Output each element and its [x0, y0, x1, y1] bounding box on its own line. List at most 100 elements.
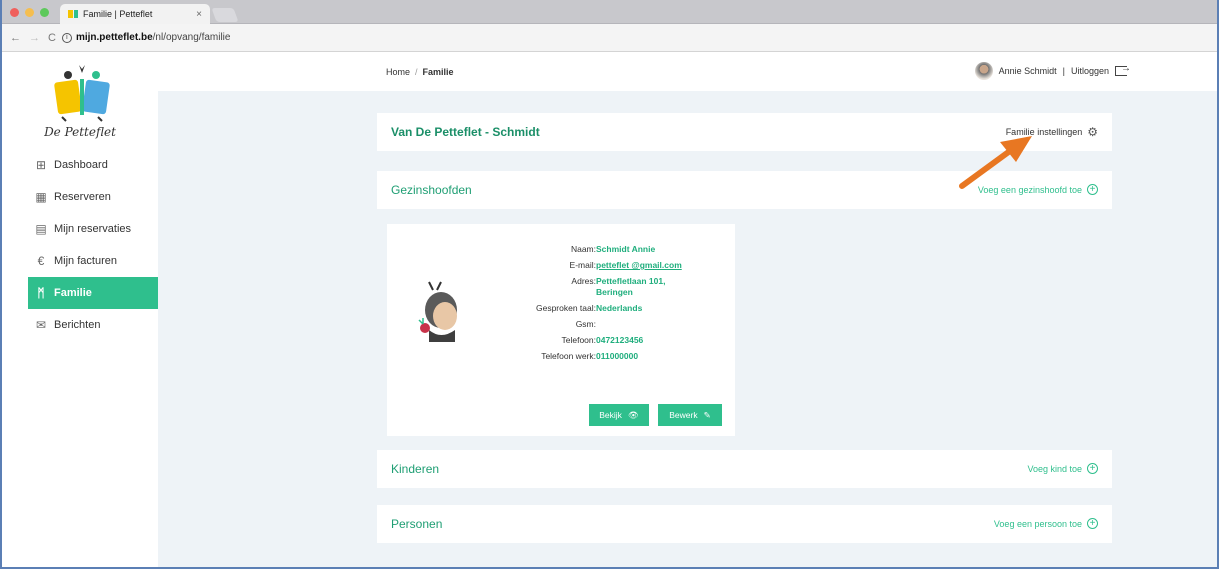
breadcrumb-current: Familie: [422, 67, 454, 77]
gear-icon[interactable]: ⚙: [1087, 125, 1098, 139]
sidebar-item-label: Familie: [54, 287, 92, 299]
sidebar-item-reserveren[interactable]: ▦ Reserveren: [28, 181, 158, 213]
forward-icon[interactable]: →: [29, 32, 40, 44]
add-head-label: Voeg een gezinshoofd toe: [977, 184, 1082, 195]
persons-section: Personen Voeg een persoon toe +: [377, 505, 1112, 543]
user-name[interactable]: Annie Schmidt: [999, 66, 1057, 76]
divider: |: [1062, 66, 1065, 76]
avatar[interactable]: [974, 62, 993, 80]
main-content: Home / Familie Annie Schmidt | Uitloggen V…: [158, 53, 1217, 567]
app: De Petteflet ⊞ Dashboard ▦ Reserveren ▤ …: [2, 53, 1217, 567]
person-fields: Naam: Schmidt Annie E-mail: petteflet @g…: [499, 244, 686, 367]
children-section: Kinderen Voeg kind toe +: [377, 450, 1112, 488]
browser-window: Familie | Petteflet × ← → C i mijn.pette…: [0, 0, 1219, 569]
plus-circle-icon[interactable]: +: [1087, 518, 1098, 529]
sidebar-item-label: Reserveren: [54, 191, 111, 203]
person-avatar: [418, 281, 457, 342]
top-bar: Home / Familie Annie Schmidt | Uitloggen: [158, 53, 1217, 91]
field-label: Telefoon werk:: [541, 351, 596, 361]
sidebar-item-label: Mijn facturen: [54, 255, 117, 267]
add-head-button[interactable]: Voeg een gezinshoofd toe +: [978, 184, 1098, 195]
family-title: Van De Petteflet - Schmidt: [391, 125, 540, 139]
sidebar-item-berichten[interactable]: ✉ Berichten: [28, 309, 158, 341]
view-button[interactable]: Bekijk 👁: [589, 404, 649, 426]
window-controls: [10, 8, 49, 17]
field-row: Telefoon: 0472123456: [499, 335, 686, 346]
plus-circle-icon[interactable]: +: [1087, 184, 1098, 195]
field-row: E-mail: petteflet @gmail.com: [499, 260, 686, 271]
view-label: Bekijk: [599, 410, 622, 420]
edit-label: Bewerk: [669, 410, 698, 420]
add-person-button[interactable]: Voeg een persoon toe +: [994, 518, 1098, 529]
back-icon[interactable]: ←: [10, 32, 21, 44]
field-label: Gsm:: [575, 319, 596, 329]
euro-icon: €: [37, 254, 45, 268]
sidebar-item-mijn-reservaties[interactable]: ▤ Mijn reservaties: [28, 213, 158, 245]
breadcrumb-separator: /: [415, 67, 418, 77]
reload-icon[interactable]: C: [48, 32, 56, 44]
field-row: Telefoon werk: 011000000: [499, 351, 686, 362]
field-label: Naam:: [570, 244, 596, 254]
browser-tab[interactable]: Familie | Petteflet ×: [60, 4, 210, 24]
sidebar-nav: ⊞ Dashboard ▦ Reserveren ▤ Mijn reservat…: [28, 149, 158, 341]
info-icon[interactable]: i: [61, 32, 72, 43]
field-label: Telefoon:: [561, 335, 597, 345]
heads-section: Gezinshoofden Voeg een gezinshoofd toe +: [377, 171, 1112, 209]
maximize-window-icon[interactable]: [40, 8, 49, 17]
field-value: 0472123456: [596, 335, 644, 345]
field-value: Pettefletlaan 101, Beringen: [596, 276, 666, 297]
tab-close-icon[interactable]: ×: [196, 9, 202, 20]
edit-button[interactable]: Bewerk ✎: [658, 404, 722, 426]
field-row: Gesproken taal: Nederlands: [499, 303, 686, 314]
tab-title: Familie | Petteflet: [83, 9, 153, 19]
plus-circle-icon[interactable]: +: [1087, 463, 1098, 474]
email-link[interactable]: petteflet @gmail.com: [596, 260, 682, 271]
user-menu: Annie Schmidt | Uitloggen: [974, 62, 1131, 80]
pencil-icon: ✎: [703, 409, 711, 420]
dashboard-icon: ⊞: [35, 158, 47, 172]
minimize-window-icon[interactable]: [25, 8, 34, 17]
field-label: Adres:: [571, 276, 596, 286]
family-settings-link[interactable]: Familie instellingen ⚙: [1006, 125, 1098, 139]
field-row: Adres: Pettefletlaan 101, Beringen: [499, 276, 686, 298]
url-domain: mijn.petteflet.be: [75, 32, 153, 43]
children-title: Kinderen: [391, 462, 440, 476]
family-icon: ᛗ: [37, 286, 45, 300]
new-tab-button[interactable]: [211, 8, 239, 22]
field-row: Naam: Schmidt Annie: [499, 244, 686, 255]
url-field[interactable]: i mijn.petteflet.be /nl/opvang/familie: [61, 32, 231, 43]
sidebar-item-familie[interactable]: ᛗ Familie: [28, 277, 158, 309]
field-label: Gesproken taal:: [535, 303, 596, 313]
field-value: Schmidt Annie: [596, 244, 656, 254]
logout-icon[interactable]: [1115, 63, 1131, 76]
tab-bar: Familie | Petteflet ×: [2, 0, 1217, 24]
breadcrumb: Home / Familie: [386, 67, 454, 77]
sidebar-item-label: Mijn reservaties: [54, 223, 132, 235]
logout-link[interactable]: Uitloggen: [1071, 66, 1109, 76]
heads-title: Gezinshoofden: [391, 183, 472, 197]
person-card: Naam: Schmidt Annie E-mail: petteflet @g…: [387, 224, 735, 436]
family-settings-label: Familie instellingen: [1005, 127, 1083, 137]
add-child-label: Voeg kind toe: [1027, 463, 1082, 474]
sidebar-item-label: Berichten: [54, 319, 101, 331]
close-window-icon[interactable]: [10, 8, 19, 17]
field-value: Nederlands: [596, 303, 643, 313]
favicon-icon: [68, 10, 78, 18]
calendar-icon: ▦: [35, 190, 47, 204]
add-child-button[interactable]: Voeg kind toe +: [1027, 463, 1098, 474]
persons-title: Personen: [391, 517, 443, 531]
message-icon: ✉: [35, 318, 47, 332]
sidebar-item-label: Dashboard: [54, 159, 108, 171]
eye-icon: 👁: [627, 409, 639, 420]
logo-text: De Petteflet: [44, 125, 116, 139]
family-card: Van De Petteflet - Schmidt Familie inste…: [377, 113, 1112, 151]
sidebar-item-dashboard[interactable]: ⊞ Dashboard: [28, 149, 158, 181]
field-row: Gsm:: [499, 319, 686, 330]
sidebar: De Petteflet ⊞ Dashboard ▦ Reserveren ▤ …: [2, 53, 158, 567]
add-person-label: Voeg een persoon toe: [993, 518, 1082, 529]
field-label: E-mail:: [569, 260, 596, 270]
breadcrumb-home[interactable]: Home: [386, 67, 410, 77]
url-path: /nl/opvang/familie: [152, 32, 231, 43]
field-value: 011000000: [596, 351, 639, 361]
sidebar-item-mijn-facturen[interactable]: € Mijn facturen: [28, 245, 158, 277]
